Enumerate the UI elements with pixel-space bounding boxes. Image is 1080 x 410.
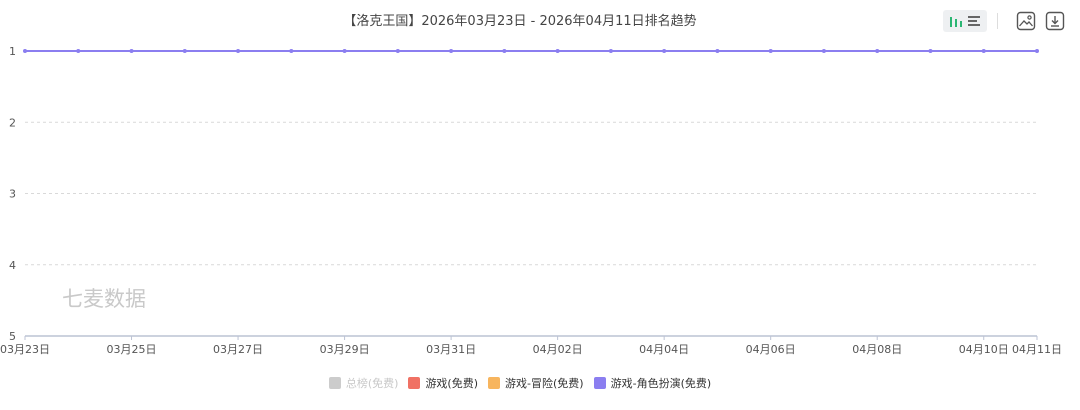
x-tick-label: 04月08日 — [852, 343, 902, 356]
legend-label: 总榜(免费) — [345, 377, 399, 390]
y-tick-label: 5 — [9, 330, 16, 343]
x-tick-label: 03月25日 — [107, 343, 157, 356]
data-point — [768, 49, 773, 53]
data-point — [555, 49, 560, 53]
data-point — [608, 49, 613, 53]
data-point — [449, 49, 454, 53]
grid-lines — [25, 50, 1037, 266]
legend-label: 游戏-冒险(免费) — [505, 377, 584, 390]
y-axis: 1 2 3 4 5 — [9, 45, 16, 343]
data-point — [821, 49, 826, 53]
data-point — [395, 49, 400, 53]
x-tick-label: 03月31日 — [426, 343, 476, 356]
x-tick-label: 04月06日 — [746, 343, 796, 356]
y-tick-label: 3 — [9, 188, 16, 201]
data-point — [289, 49, 294, 53]
data-point — [76, 49, 81, 53]
data-point — [1035, 49, 1039, 53]
data-point — [342, 49, 347, 53]
data-point — [715, 49, 720, 53]
watermark: 七麦数据 — [62, 287, 146, 311]
data-point — [981, 49, 986, 53]
legend-label: 游戏(免费) — [425, 377, 479, 390]
x-tick-label: 04月11日 — [1012, 343, 1062, 356]
chart-legend: 总榜(免费) 游戏(免费) 游戏-冒险(免费) 游戏-角色扮演(免费) — [0, 375, 1040, 391]
data-point — [928, 49, 933, 53]
x-tick-label: 04月10日 — [959, 343, 1009, 356]
legend-item[interactable]: 总榜(免费) — [328, 375, 399, 391]
x-axis: 03月23日 03月25日 03月27日 03月29日 03月31日 04月02日 04月0… — [0, 335, 1062, 356]
legend-item[interactable]: 游戏-冒险(免费) — [488, 375, 584, 391]
legend-swatch — [593, 377, 606, 389]
data-point — [502, 49, 507, 53]
data-point — [23, 49, 27, 53]
series-lines — [23, 49, 1039, 53]
legend-label: 游戏-角色扮演(免费) — [610, 377, 712, 390]
y-tick-label: 4 — [9, 259, 16, 272]
legend-swatch — [328, 377, 341, 389]
x-tick-label: 03月29日 — [320, 343, 370, 356]
legend-item[interactable]: 游戏-角色扮演(免费) — [593, 375, 712, 391]
x-tick-label: 04月04日 — [639, 343, 689, 356]
data-point — [236, 49, 241, 53]
legend-item[interactable]: 游戏(免费) — [408, 375, 478, 391]
x-tick-label: 03月23日 — [0, 343, 50, 356]
legend-swatch — [408, 377, 421, 389]
data-point — [662, 49, 667, 53]
data-point — [129, 49, 134, 53]
y-tick-label: 1 — [9, 45, 16, 58]
data-point — [182, 49, 187, 53]
y-tick-label: 2 — [9, 116, 16, 129]
rank-line-chart: 1 2 3 4 5 03月23日 03月25日 03月27日 03月29日 03月31日 04月0… — [0, 45, 1062, 356]
legend-swatch — [488, 377, 501, 389]
x-tick-label: 03月27日 — [213, 343, 263, 356]
x-tick-label: 04月02日 — [533, 343, 583, 356]
data-point — [875, 49, 880, 53]
